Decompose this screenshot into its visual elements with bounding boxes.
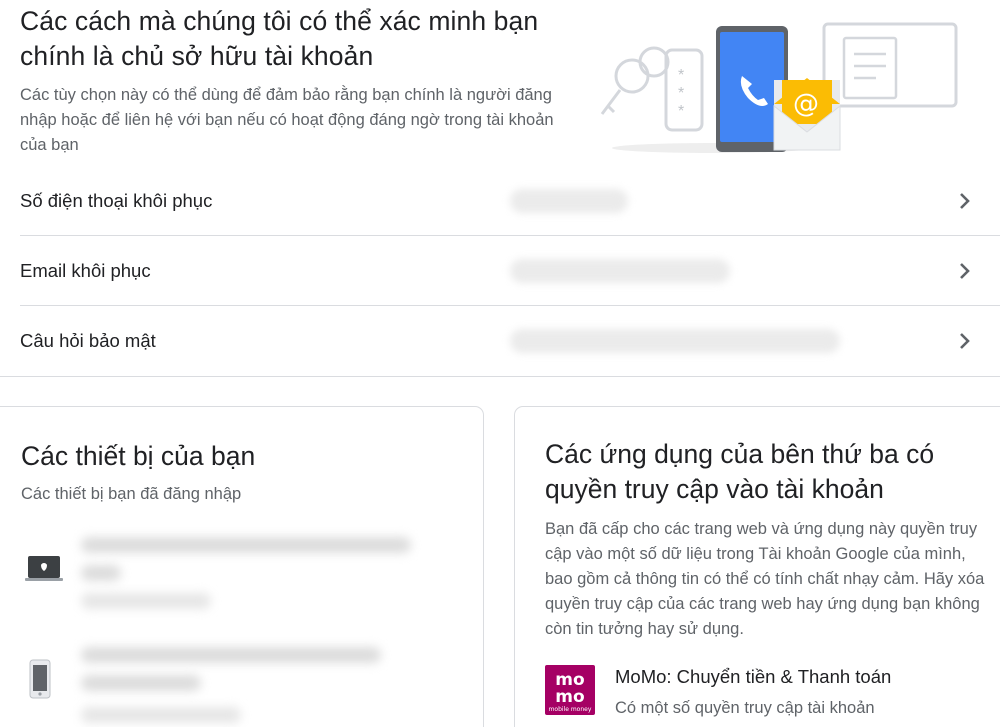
security-question-row[interactable]: Câu hỏi bảo mật bbox=[20, 306, 1000, 375]
verification-illustration: * * * @ bbox=[600, 22, 958, 153]
svg-text:*: * bbox=[678, 67, 684, 84]
third-party-apps-card: Các ứng dụng của bên thứ ba có quyền tru… bbox=[514, 406, 1000, 727]
devices-title: Các thiết bị của bạn bbox=[21, 441, 256, 471]
app-name: MoMo: Chuyển tiền & Thanh toán bbox=[615, 666, 892, 687]
keys-icon: * * * bbox=[600, 46, 704, 132]
recovery-phone-label: Số điện thoại khôi phục bbox=[20, 190, 213, 211]
security-question-label: Câu hỏi bảo mật bbox=[20, 329, 156, 351]
recovery-phone-value-blurred bbox=[510, 189, 628, 213]
recovery-info-card: Các cách mà chúng tôi có thể xác minh bạ… bbox=[0, 0, 1000, 377]
devices-subtitle: Các thiết bị bạn đã đăng nhập bbox=[21, 485, 242, 503]
third-party-title: Các ứng dụng của bên thứ ba có quyền tru… bbox=[545, 439, 935, 504]
app-access-level: Có một số quyền truy cập tài khoản bbox=[615, 699, 875, 717]
chevron-right-icon bbox=[960, 332, 970, 349]
svg-text:@: @ bbox=[793, 89, 819, 119]
document-icon bbox=[822, 22, 958, 108]
svg-text:*: * bbox=[678, 103, 684, 120]
page-title: Các cách mà chúng tôi có thể xác minh bạ… bbox=[20, 6, 539, 71]
recovery-email-value-blurred bbox=[510, 259, 730, 283]
device-item[interactable] bbox=[21, 629, 441, 724]
logo-caption: mobile money bbox=[549, 706, 592, 713]
third-party-description: Bạn đã cấp cho các trang web và ứng dụng… bbox=[545, 520, 985, 638]
logo-text-bottom: mo bbox=[555, 687, 584, 707]
third-party-app-item[interactable]: mo mo mobile money MoMo: Chuyển tiền & T… bbox=[545, 665, 985, 721]
security-question-value-blurred bbox=[510, 328, 840, 353]
recovery-email-row[interactable]: Email khôi phục bbox=[20, 237, 1000, 306]
chevron-right-icon bbox=[960, 193, 970, 209]
devices-card: Các thiết bị của bạn Các thiết bị bạn đã… bbox=[0, 406, 484, 727]
recovery-email-label: Email khôi phục bbox=[20, 260, 151, 281]
phone-icon bbox=[29, 659, 51, 699]
chevron-right-icon bbox=[960, 263, 970, 279]
page-subtitle: Các tùy chọn này có thể dùng để đảm bảo … bbox=[20, 86, 554, 154]
momo-logo: mo mo mobile money bbox=[545, 665, 595, 715]
email-illustration-icon: @ bbox=[773, 78, 841, 151]
device-item[interactable] bbox=[21, 525, 441, 620]
svg-text:*: * bbox=[678, 85, 684, 102]
recovery-phone-row[interactable]: Số điện thoại khôi phục bbox=[20, 167, 1000, 236]
laptop-icon bbox=[25, 556, 63, 581]
